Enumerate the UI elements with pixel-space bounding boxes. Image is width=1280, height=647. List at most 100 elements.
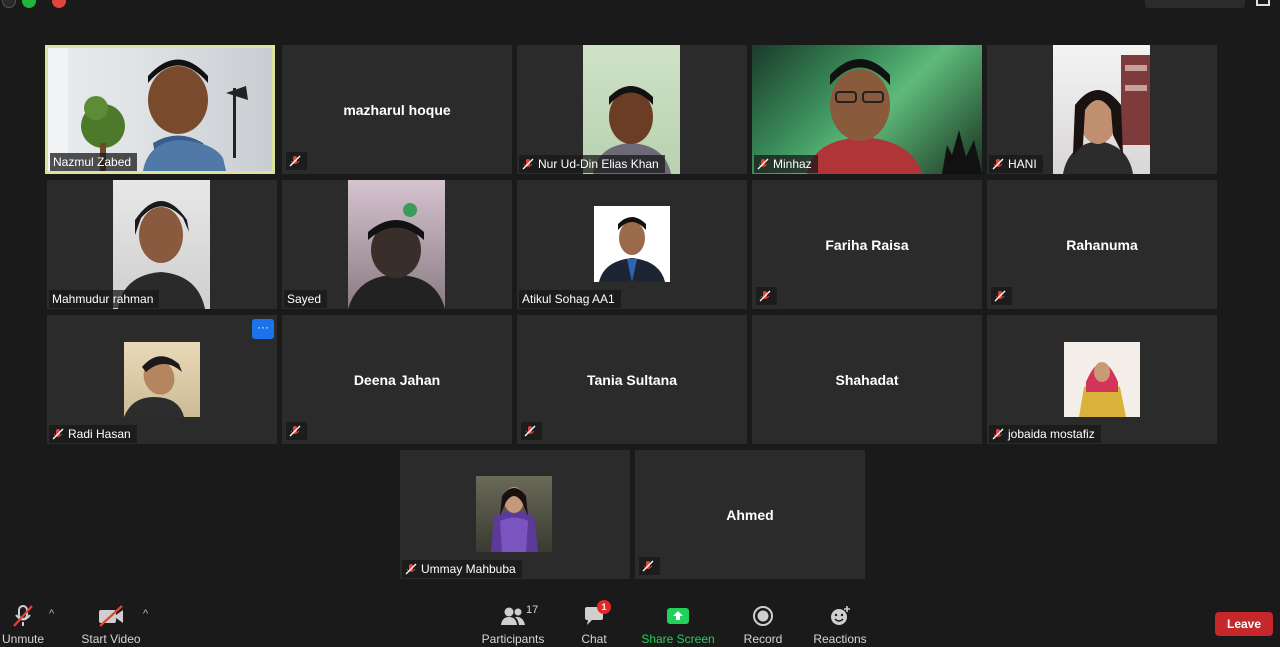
participant-name: Minhaz <box>773 157 812 171</box>
participants-button[interactable]: 17 Participants <box>481 598 545 647</box>
participants-label: Participants <box>481 632 545 646</box>
participant-name: Sayed <box>287 292 322 306</box>
participant-tile[interactable]: Nur Ud-Din Elias Khan <box>517 45 747 174</box>
muted-mic-icon <box>289 155 301 167</box>
muted-mic-icon <box>405 563 417 575</box>
participant-name-label: Ummay Mahbuba <box>402 560 522 578</box>
muted-mic-icon <box>52 428 64 440</box>
participant-status <box>639 557 660 575</box>
participant-tile[interactable]: HANI <box>987 45 1217 174</box>
participant-tile[interactable]: mazharul hoque <box>282 45 512 174</box>
more-options-button[interactable]: ··· <box>252 319 274 339</box>
participants-icon: 17 <box>500 602 538 630</box>
participant-video <box>594 206 670 282</box>
participant-name: Mahmudur rahman <box>52 292 154 306</box>
participant-name: Tania Sultana <box>587 371 677 388</box>
participant-tile[interactable]: Fariha Raisa <box>752 180 982 309</box>
participant-video <box>1064 342 1140 417</box>
participant-video <box>1053 45 1150 174</box>
participant-tile[interactable]: Ahmed <box>635 450 865 579</box>
share-screen-icon <box>666 602 690 630</box>
muted-mic-icon <box>522 158 534 170</box>
participant-tile[interactable]: Sayed <box>282 180 512 309</box>
participant-tile[interactable]: Nazmul Zabed <box>45 45 275 174</box>
participant-name: jobaida mostafiz <box>1008 427 1095 441</box>
leave-button[interactable]: Leave <box>1215 612 1273 636</box>
participant-status <box>756 287 777 305</box>
participant-status <box>991 287 1012 305</box>
start-video-button[interactable]: Start Video <box>80 598 142 647</box>
fullscreen-icon[interactable] <box>1256 0 1270 6</box>
participant-name-label: Minhaz <box>754 155 818 173</box>
participant-tile[interactable]: ··· Radi Hasan <box>47 315 277 444</box>
share-screen-button[interactable]: Share Screen <box>641 598 715 647</box>
reactions-button[interactable]: Reactions <box>813 598 867 647</box>
muted-mic-icon <box>524 425 536 437</box>
video-frame <box>491 487 538 552</box>
reactions-label: Reactions <box>813 632 867 646</box>
muted-microphone-icon <box>11 602 35 630</box>
participant-name: Radi Hasan <box>68 427 131 441</box>
start-video-label: Start Video <box>81 632 141 646</box>
participant-name: mazharul hoque <box>343 101 451 118</box>
chat-unread-badge: 1 <box>597 600 611 614</box>
record-icon <box>752 602 774 630</box>
participant-name-label: Atikul Sohag AA1 <box>519 290 621 308</box>
participant-name-label: Radi Hasan <box>49 425 137 443</box>
video-frame <box>124 356 184 417</box>
participant-tile[interactable]: Deena Jahan <box>282 315 512 444</box>
participant-status <box>521 422 542 440</box>
encryption-shield-icon[interactable] <box>22 0 36 8</box>
participant-name: Atikul Sohag AA1 <box>522 292 615 306</box>
video-frame <box>348 203 445 309</box>
unmute-label: Unmute <box>1 632 45 646</box>
video-options-caret-icon[interactable]: ^ <box>143 608 148 620</box>
participant-tile[interactable]: Atikul Sohag AA1 <box>517 180 747 309</box>
participant-name-label: Mahmudur rahman <box>49 290 160 308</box>
muted-mic-icon <box>992 158 1004 170</box>
muted-mic-icon <box>992 428 1004 440</box>
participant-tile[interactable]: jobaida mostafiz <box>987 315 1217 444</box>
participant-name: HANI <box>1008 157 1037 171</box>
security-icon[interactable] <box>2 0 16 8</box>
participant-tile[interactable]: Minhaz <box>752 45 982 174</box>
participant-name-label: Nur Ud-Din Elias Khan <box>519 155 665 173</box>
participant-name-label: HANI <box>989 155 1043 173</box>
muted-mic-icon <box>994 290 1006 302</box>
participant-video <box>348 180 445 309</box>
audio-options-caret-icon[interactable]: ^ <box>49 608 54 620</box>
video-frame <box>1063 55 1150 174</box>
participant-video <box>124 342 200 417</box>
participant-status <box>286 152 307 170</box>
zoom-meeting-window: Nazmul Zabed mazharul hoque Nur Ud-Din E… <box>0 0 1280 647</box>
participant-tile[interactable]: Rahanuma <box>987 180 1217 309</box>
chat-button[interactable]: 1 Chat <box>578 598 611 647</box>
muted-mic-icon <box>289 425 301 437</box>
meeting-controls-toolbar: Unmute ^ Start Video ^ 17 Participants 1… <box>0 598 1280 647</box>
participant-tile[interactable]: Mahmudur rahman <box>47 180 277 309</box>
muted-mic-icon <box>642 560 654 572</box>
participant-tile[interactable]: Ummay Mahbuba <box>400 450 630 579</box>
participant-name: Nazmul Zabed <box>53 155 132 169</box>
muted-mic-icon <box>759 290 771 302</box>
participant-name: Ahmed <box>726 506 774 523</box>
video-frame <box>599 217 665 282</box>
participant-name: Fariha Raisa <box>825 236 909 253</box>
participant-tile[interactable]: Shahadat <box>752 315 982 444</box>
chat-label: Chat <box>581 632 607 646</box>
record-button[interactable]: Record <box>744 598 782 647</box>
participant-name: Nur Ud-Din Elias Khan <box>538 157 659 171</box>
view-toggle-button[interactable] <box>1145 0 1245 8</box>
share-screen-label: Share Screen <box>641 632 715 646</box>
participant-name-label: jobaida mostafiz <box>989 425 1101 443</box>
participant-tile[interactable]: Tania Sultana <box>517 315 747 444</box>
recording-indicator-icon <box>52 0 66 8</box>
unmute-button[interactable]: Unmute <box>2 598 44 647</box>
chat-icon: 1 <box>583 600 611 630</box>
participant-name-label: Nazmul Zabed <box>50 153 138 171</box>
participant-name: Rahanuma <box>1066 236 1138 253</box>
participant-count: 17 <box>526 604 539 616</box>
participant-name-label: Sayed <box>284 290 328 308</box>
participant-name: Deena Jahan <box>353 371 441 388</box>
participant-status <box>286 422 307 440</box>
